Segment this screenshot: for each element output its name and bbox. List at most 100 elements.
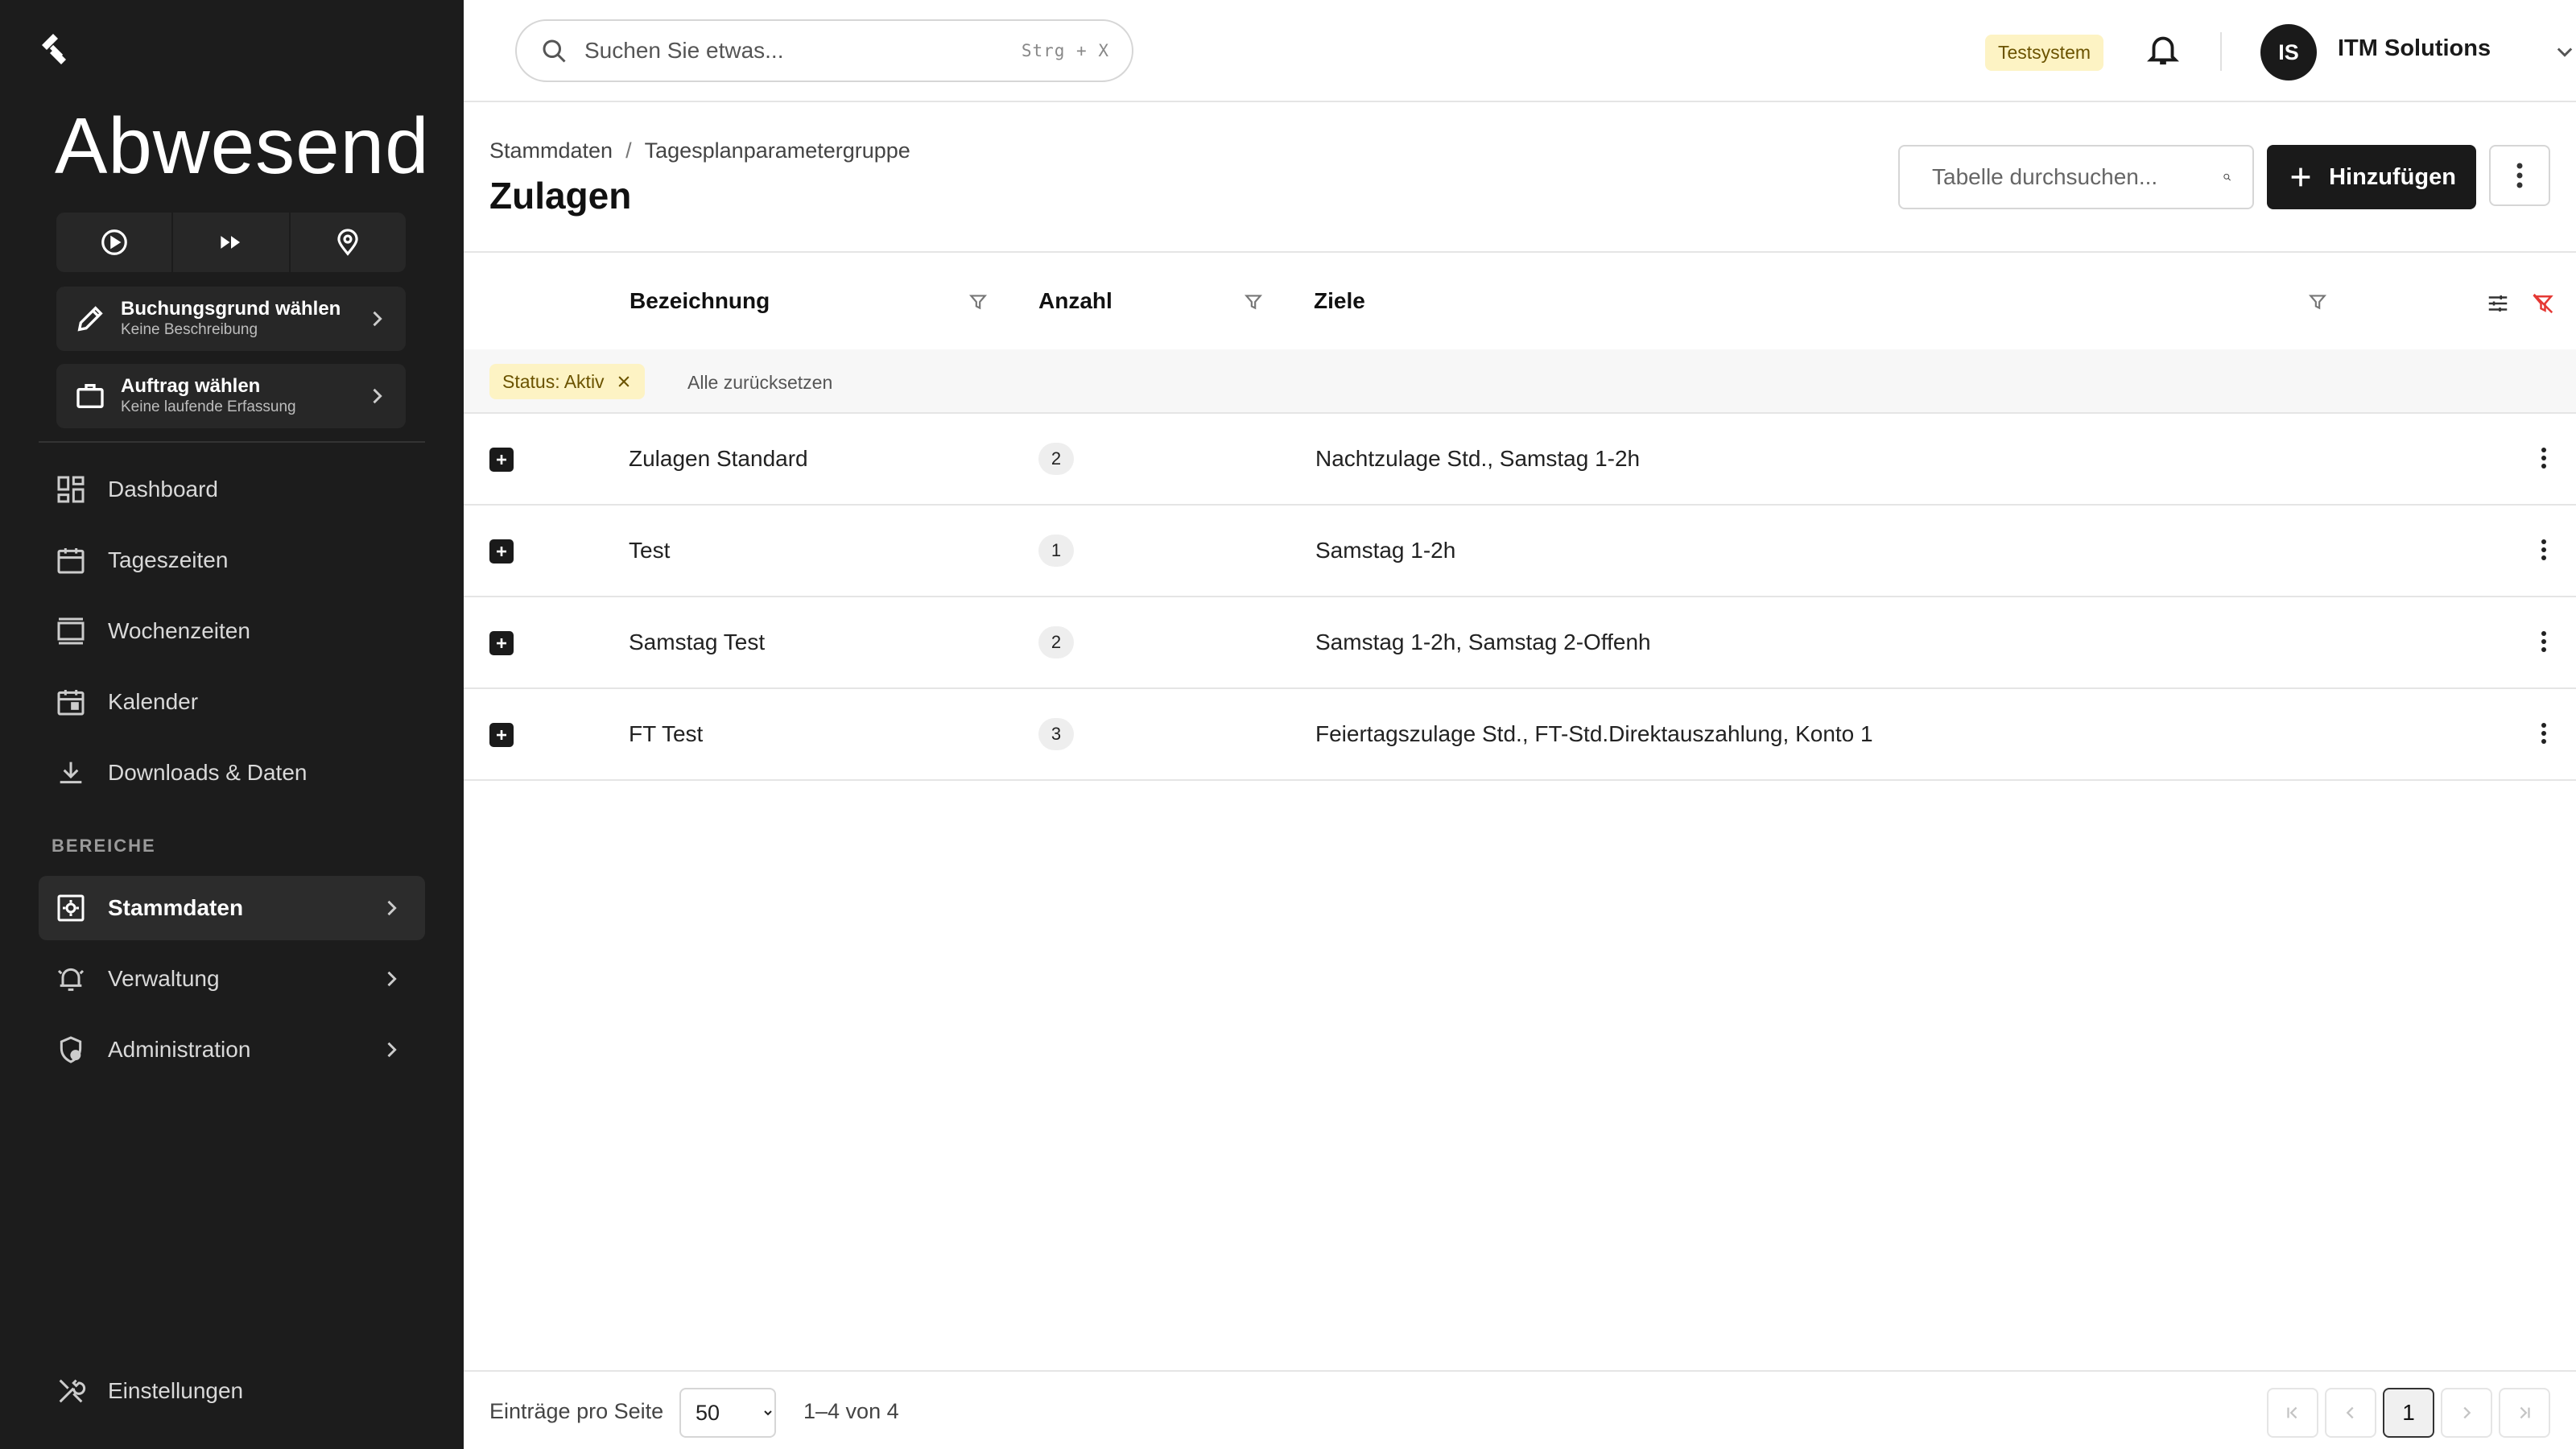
table-row[interactable]: FT Test 3 Feiertagszulage Std., FT-Std.D… (464, 689, 2576, 781)
per-page-select[interactable]: 50 (679, 1388, 776, 1438)
chevron-right-icon (387, 1042, 397, 1058)
close-icon[interactable] (616, 374, 632, 390)
expand-row-button[interactable] (489, 539, 514, 564)
kebab-menu-icon (2516, 163, 2523, 188)
expand-row-button[interactable] (489, 448, 514, 472)
sidebar-item-dashboard[interactable]: Dashboard (39, 457, 425, 522)
filter-icon[interactable] (2307, 291, 2328, 312)
sidebar-item-label: Kalender (108, 689, 199, 714)
clear-filters-icon[interactable] (2531, 291, 2555, 316)
row-name: Samstag Test (629, 630, 766, 654)
per-page-label: Einträge pro Seite (489, 1399, 664, 1423)
chevron-right-icon (373, 311, 382, 327)
sidebar-item-wochenzeiten[interactable]: Wochenzeiten (39, 599, 425, 663)
continue-booking-button[interactable] (173, 213, 291, 272)
app-logo-icon[interactable] (35, 29, 77, 71)
row-targets: Samstag 1-2h (1315, 538, 1456, 563)
last-page-icon (2520, 1406, 2530, 1419)
top-header: Strg + X Testsystem IS ITM Solutions (464, 0, 2576, 102)
reset-all-filters-link[interactable]: Alle zurücksetzen (687, 372, 832, 394)
add-button-label: Hinzufügen (2329, 163, 2456, 190)
company-name[interactable]: ITM Solutions (2338, 35, 2491, 62)
previous-page-button[interactable] (2325, 1388, 2376, 1438)
chevron-right-icon (387, 971, 397, 987)
next-page-button[interactable] (2441, 1388, 2492, 1438)
location-pin-icon (337, 229, 358, 256)
sidebar-item-label: Wochenzeiten (108, 618, 250, 643)
table-search-input[interactable] (1932, 164, 2223, 190)
global-search[interactable]: Strg + X (515, 19, 1133, 82)
chevron-right-icon (2463, 1406, 2471, 1419)
sidebar-item-administration[interactable]: Administration (39, 1018, 425, 1082)
sidebar-item-verwaltung[interactable]: Verwaltung (39, 947, 425, 1011)
expand-row-button[interactable] (489, 631, 514, 655)
column-header-name[interactable]: Bezeichnung (630, 288, 770, 314)
search-icon (543, 39, 566, 63)
breadcrumb-separator: / (625, 138, 632, 163)
pencil-icon (77, 306, 103, 332)
sidebar-item-label: Administration (108, 1037, 251, 1062)
column-settings-icon[interactable] (2486, 291, 2510, 316)
active-filters-bar: Status: Aktiv Alle zurücksetzen (464, 349, 2576, 414)
row-name: Zulagen Standard (629, 446, 808, 471)
breadcrumb-item[interactable]: Stammdaten (489, 138, 613, 163)
download-icon (60, 762, 82, 784)
environment-badge: Testsystem (1985, 35, 2104, 71)
page-title: Zulagen (489, 175, 632, 217)
current-page-button[interactable]: 1 (2383, 1388, 2434, 1438)
plus-icon (497, 455, 506, 464)
filter-icon[interactable] (968, 291, 989, 312)
start-booking-button[interactable] (56, 213, 174, 272)
table-row[interactable]: Test 1 Samstag 1-2h (464, 506, 2576, 597)
sidebar-item-kalender[interactable]: Kalender (39, 670, 425, 734)
row-count-badge: 3 (1038, 718, 1074, 750)
row-name: FT Test (629, 721, 704, 746)
global-search-input[interactable] (584, 38, 1022, 64)
sidebar-item-downloads[interactable]: Downloads & Daten (39, 741, 425, 805)
more-options-button[interactable] (2489, 145, 2550, 206)
table-row[interactable]: Zulagen Standard 2 Nachtzulage Std., Sam… (464, 414, 2576, 506)
plus-icon (497, 547, 506, 556)
plus-icon (497, 638, 506, 648)
calendar-icon (57, 548, 85, 574)
sidebar-item-label: Einstellungen (108, 1378, 244, 1403)
booking-reason-picker[interactable]: Buchungsgrund wählen Keine Beschreibung (56, 287, 406, 351)
sidebar-item-einstellungen[interactable]: Einstellungen (39, 1359, 425, 1423)
avatar[interactable]: IS (2260, 24, 2317, 80)
sidebar-item-label: Verwaltung (108, 966, 220, 991)
row-targets: Nachtzulage Std., Samstag 1-2h (1315, 446, 1641, 471)
filter-icon[interactable] (1243, 291, 1264, 312)
attendance-status: Abwesend (55, 101, 430, 190)
location-button[interactable] (291, 213, 406, 272)
row-kebab-menu-icon[interactable] (2541, 538, 2547, 562)
notification-bell-icon[interactable] (2145, 31, 2182, 68)
filter-chip-label: Status: Aktiv (502, 370, 605, 392)
breadcrumb-item[interactable]: Tagesplanparametergruppe (645, 138, 910, 163)
order-subtitle: Keine laufende Erfassung (121, 398, 296, 415)
calendar-event-icon (57, 690, 85, 716)
first-page-button[interactable] (2267, 1388, 2318, 1438)
row-kebab-menu-icon[interactable] (2541, 446, 2547, 470)
last-page-button[interactable] (2499, 1388, 2550, 1438)
order-title: Auftrag wählen (121, 375, 261, 398)
sidebar-item-stammdaten[interactable]: Stammdaten (39, 876, 425, 940)
table-footer: Einträge pro Seite 50 1–4 von 4 1 (464, 1370, 2576, 1449)
filter-chip-status[interactable]: Status: Aktiv (489, 364, 645, 399)
row-kebab-menu-icon[interactable] (2541, 630, 2547, 654)
chevron-right-icon (387, 900, 397, 916)
row-name: Test (629, 538, 671, 563)
row-kebab-menu-icon[interactable] (2541, 721, 2547, 745)
sidebar-item-tageszeiten[interactable]: Tageszeiten (39, 528, 425, 592)
order-picker[interactable]: Auftrag wählen Keine laufende Erfassung (56, 364, 406, 428)
row-targets: Samstag 1-2h, Samstag 2-Offenh (1315, 630, 1651, 654)
expand-row-button[interactable] (489, 723, 514, 747)
time-action-bar (56, 213, 406, 272)
add-button[interactable]: Hinzufügen (2267, 145, 2476, 209)
chevron-down-icon[interactable] (2553, 40, 2576, 63)
table-search[interactable] (1898, 145, 2254, 209)
column-header-count[interactable]: Anzahl (1038, 288, 1113, 314)
table-row[interactable]: Samstag Test 2 Samstag 1-2h, Samstag 2-O… (464, 597, 2576, 689)
column-header-targets[interactable]: Ziele (1314, 288, 1365, 314)
booking-reason-subtitle: Keine Beschreibung (121, 321, 258, 338)
header-separator (2220, 32, 2222, 71)
